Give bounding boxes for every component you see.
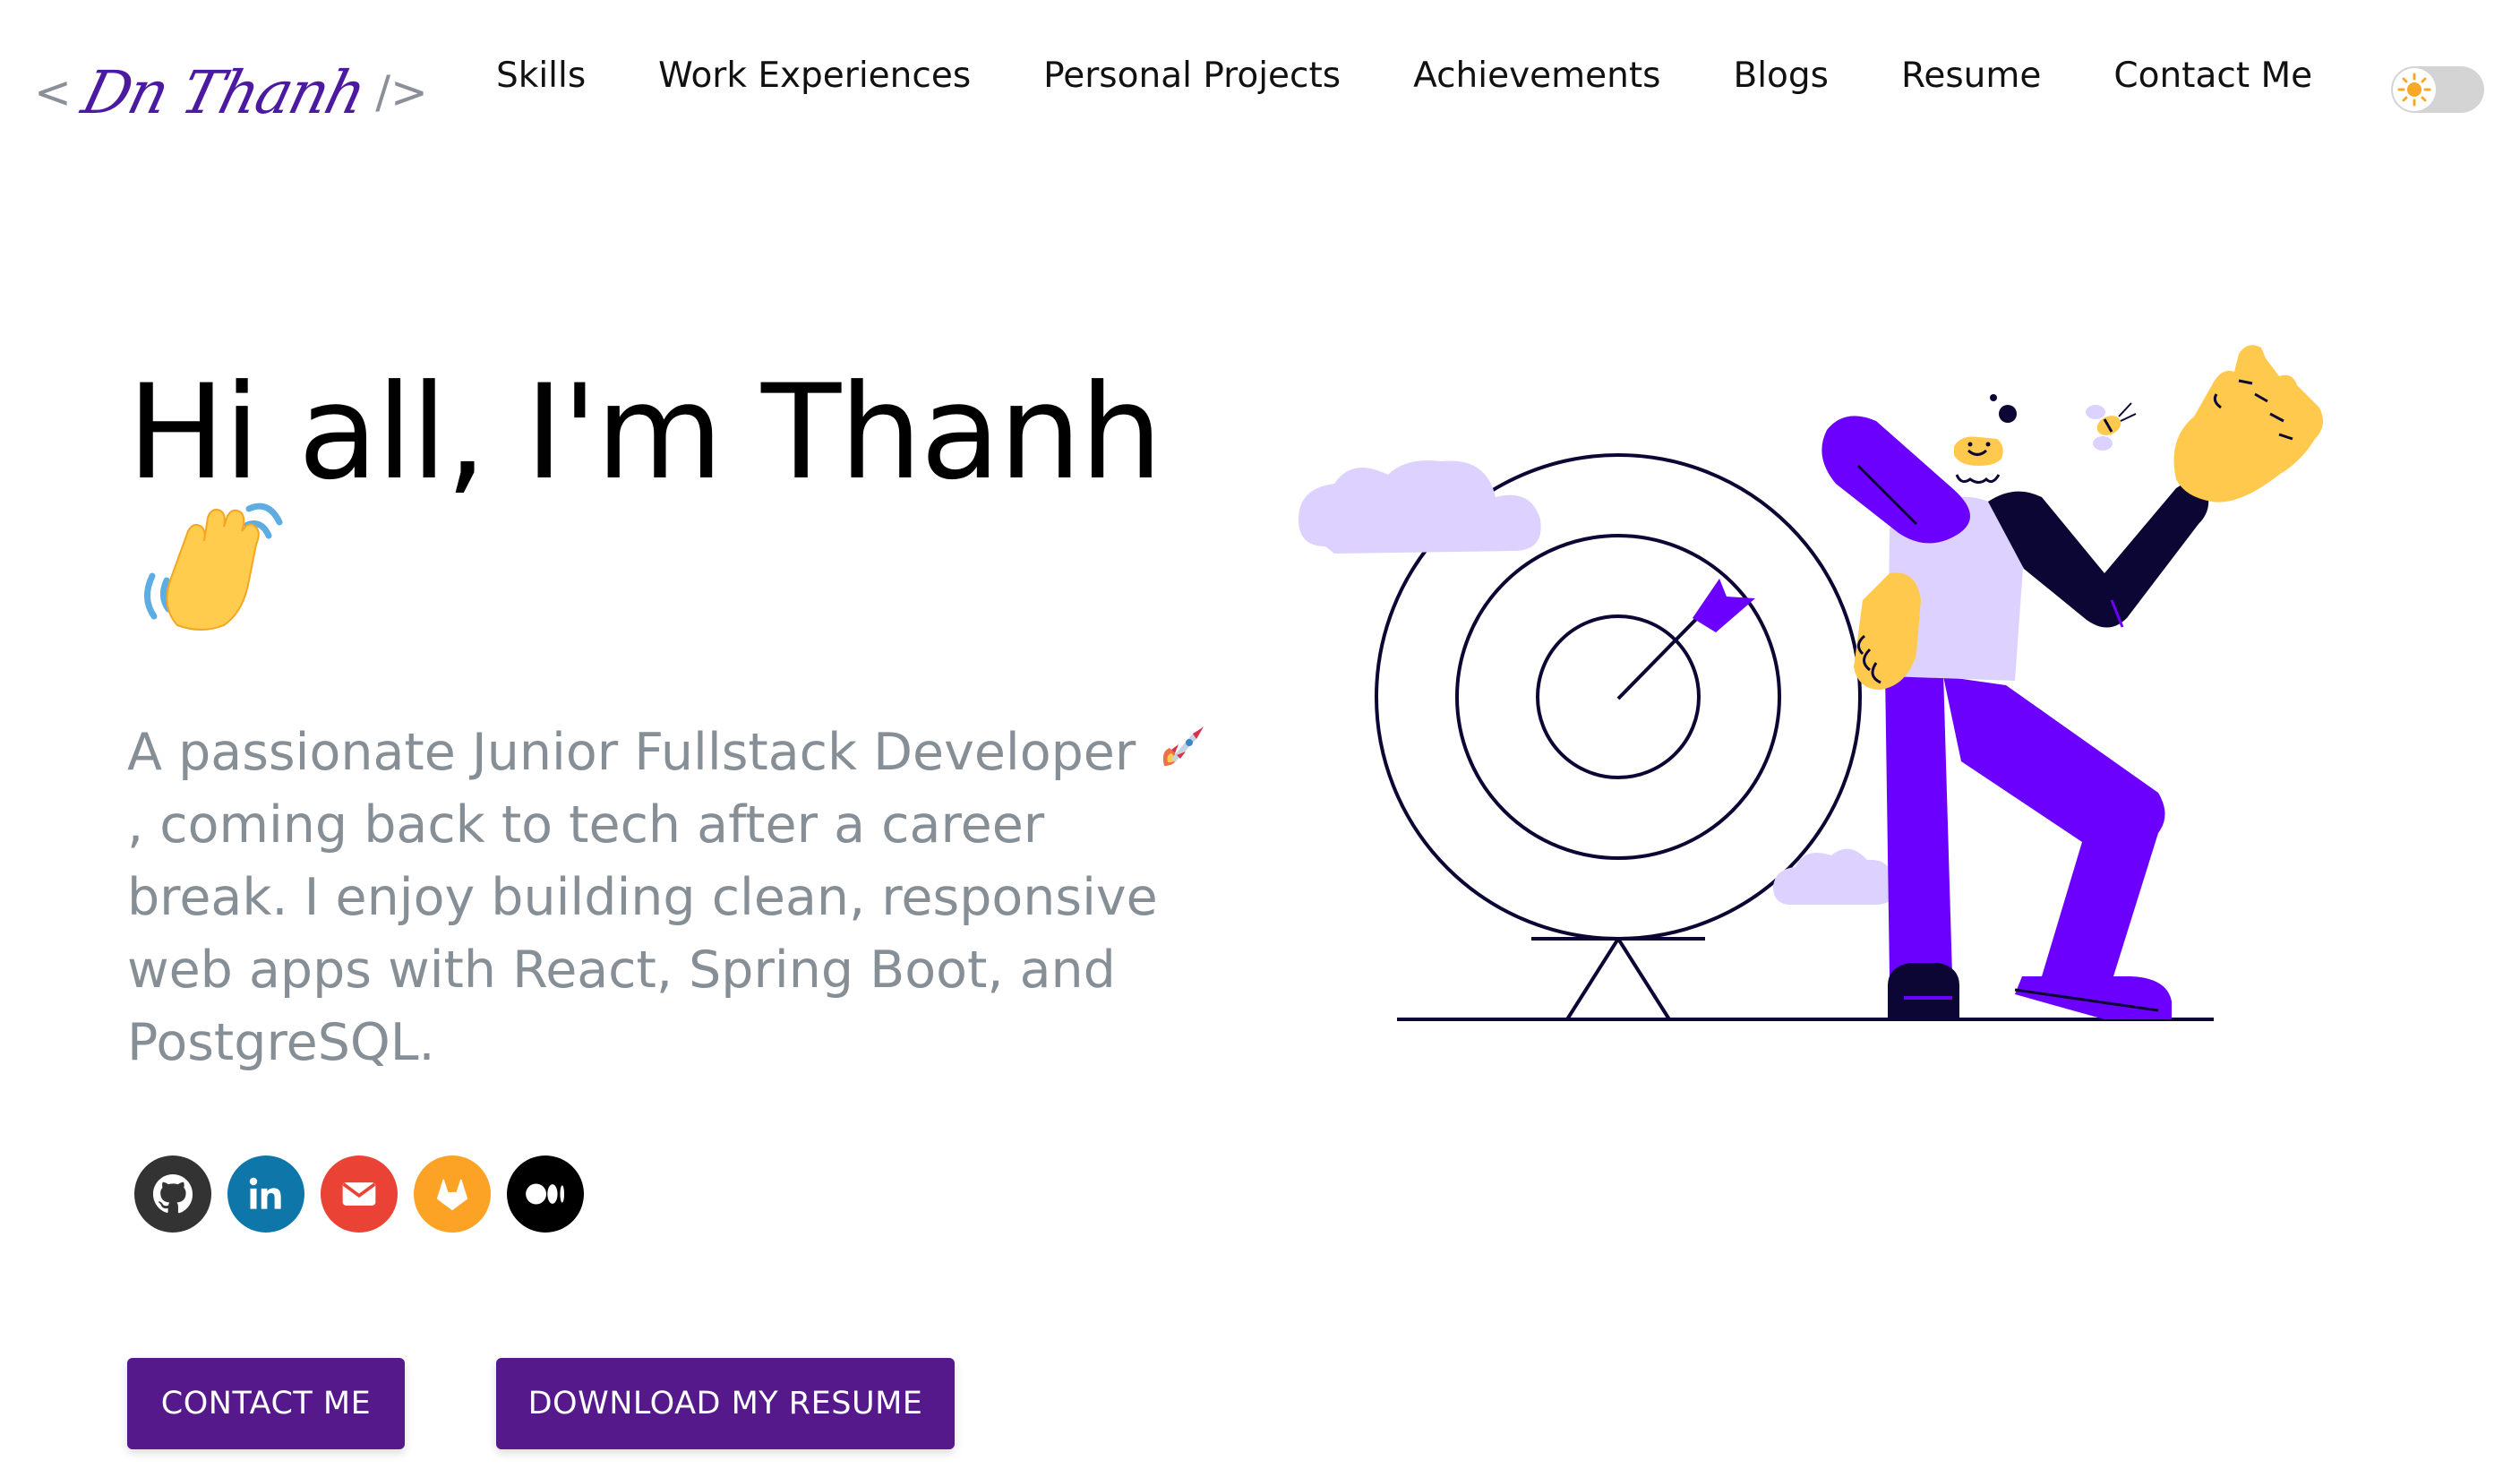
nav-personal-projects[interactable]: Personal Projects [1043,56,1341,96]
gitlab-link[interactable] [414,1155,491,1233]
medium-link[interactable] [507,1155,584,1233]
main-nav: Skills Work Experiences Personal Project… [496,56,2312,96]
contact-me-button[interactable]: CONTACT ME [127,1358,405,1449]
hero-greeting: Hi all, I'm Thanh [127,357,1162,509]
rocket-icon [1152,721,1209,778]
toggle-knob [2393,68,2436,111]
nav-blogs[interactable]: Blogs [1733,56,1829,96]
logo-close-bracket: /> [375,66,428,118]
download-resume-button[interactable]: DOWNLOAD MY RESUME [496,1358,955,1449]
logo-open-bracket: < [34,66,72,118]
github-icon [152,1173,193,1214]
mail-icon [342,1182,376,1206]
waving-hand-icon [134,491,287,634]
logo-signature: Dn Thanh [75,57,372,127]
nav-work-experiences[interactable]: Work Experiences [658,56,971,96]
medium-icon [526,1183,565,1205]
nav-achievements[interactable]: Achievements [1413,56,1660,96]
sun-icon [2397,73,2431,107]
linkedin-link[interactable] [227,1155,304,1233]
subtitle-text-start: A passionate Junior Fullstack Developer [127,723,1153,782]
hero-subtitle: A passionate Junior Fullstack Developer … [127,717,1220,1079]
gitlab-icon [436,1179,468,1211]
nav-contact-me[interactable]: Contact Me [2113,56,2312,96]
developer-target-illustration [1272,331,2418,1048]
site-logo[interactable]: < Dn Thanh /> [34,43,446,142]
nav-skills[interactable]: Skills [496,56,586,96]
nav-resume[interactable]: Resume [1901,56,2041,96]
subtitle-text-end: , coming back to tech after a career bre… [127,795,1158,1072]
github-link[interactable] [134,1155,211,1233]
social-links [134,1155,600,1233]
email-link[interactable] [321,1155,398,1233]
linkedin-icon [249,1177,281,1209]
site-header: < Dn Thanh /> Skills Work Experiences Pe… [0,0,2520,179]
theme-toggle[interactable] [2391,66,2484,113]
